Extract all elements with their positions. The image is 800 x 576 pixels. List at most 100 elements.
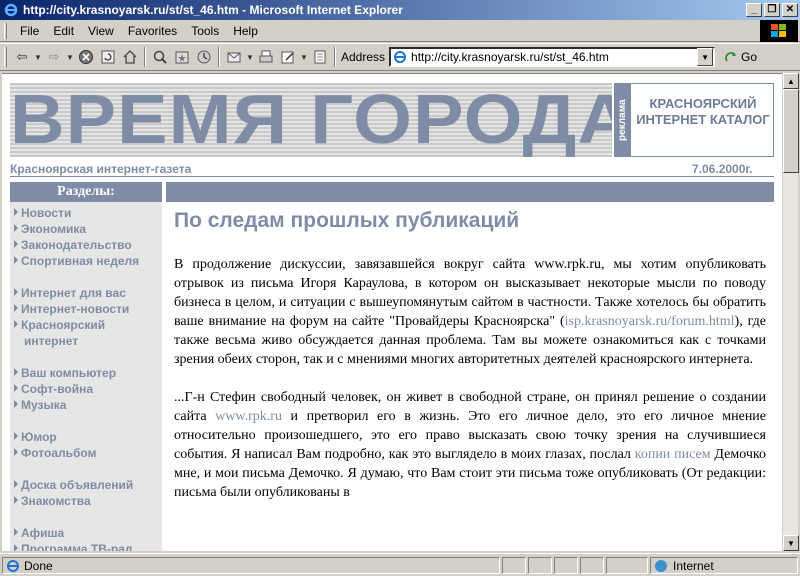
sidebar-item-internet-for-you[interactable]: Интернет для вас <box>14 286 126 300</box>
minimize-button[interactable]: _ <box>746 3 762 17</box>
address-dropdown-icon[interactable]: ▼ <box>697 48 714 66</box>
zone-label: Internet <box>673 558 714 573</box>
ie-logo-icon <box>3 2 19 18</box>
status-cell <box>528 557 552 574</box>
promo-banner[interactable]: реклама КРАСНОЯРСКИЙ ИНТЕРНЕТ КАТАЛОГ <box>614 83 774 157</box>
address-bar[interactable]: http://city.krasnoyarsk.ru/st/st_46.htm … <box>389 47 716 67</box>
go-button[interactable]: Go <box>723 49 757 65</box>
status-cell <box>502 557 526 574</box>
arrow-icon <box>14 432 18 440</box>
scroll-down-icon[interactable]: ▼ <box>783 535 799 551</box>
close-button[interactable]: ✕ <box>782 3 798 17</box>
status-text-cell: Done <box>2 557 500 574</box>
sidebar-heading: Разделы: <box>10 182 162 202</box>
article: По следам прошлых публикаций В продолжен… <box>174 204 766 502</box>
history-icon[interactable] <box>193 46 215 68</box>
edit-dropdown-icon[interactable]: ▼ <box>299 46 309 68</box>
back-dropdown-icon[interactable]: ▼ <box>33 46 43 68</box>
menu-edit[interactable]: Edit <box>46 24 81 38</box>
sidebar-item-bulletin-board[interactable]: Доска объявлений <box>14 478 133 492</box>
vertical-scrollbar[interactable]: ▲ ▼ <box>782 73 799 551</box>
maximize-button[interactable]: ❐ <box>764 3 780 17</box>
toolbar-separator <box>218 47 220 67</box>
arrow-icon <box>14 544 18 551</box>
article-paragraph-2: ...Г-н Стефин свободный человек, он живе… <box>174 390 767 500</box>
forward-dropdown-icon[interactable]: ▼ <box>65 46 75 68</box>
arrow-icon <box>14 528 18 536</box>
page-viewport: ВРЕМЯ ГОРОДА реклама КРАСНОЯРСКИЙ ИНТЕРН… <box>2 73 782 551</box>
globe-icon <box>655 559 667 572</box>
header-divider <box>10 176 774 177</box>
arrow-icon <box>14 400 18 408</box>
page-done-icon <box>7 559 19 572</box>
sidebar-item-dating[interactable]: Знакомства <box>14 494 91 508</box>
arrow-icon <box>14 368 18 376</box>
toolbar-separator <box>334 47 336 67</box>
search-icon[interactable] <box>149 46 171 68</box>
go-label: Go <box>741 50 758 64</box>
arrow-icon <box>14 240 18 248</box>
toolbar-grip <box>4 47 7 67</box>
back-icon[interactable]: ⇦ <box>11 46 33 68</box>
menu-view[interactable]: View <box>81 24 121 38</box>
sidebar-item-soft-war[interactable]: Софт-война <box>14 382 93 396</box>
forum-link[interactable]: isp.krasnoyarsk.ru/forum.html <box>565 314 735 329</box>
sidebar-item-internet-news[interactable]: Интернет-новости <box>14 302 129 316</box>
article-paragraph-1: В продолжение дискуссии, завязавшейся во… <box>174 257 767 367</box>
mail-icon[interactable] <box>223 46 245 68</box>
tagline: Красноярская интернет-газета <box>10 162 192 176</box>
address-url[interactable]: http://city.krasnoyarsk.ru/st/st_46.htm <box>411 50 609 64</box>
print-icon[interactable] <box>255 46 277 68</box>
article-title: По следам прошлых публикаций <box>174 209 520 232</box>
sidebar-item-krasnoyarsk-internet[interactable]: Красноярский <box>14 318 105 332</box>
window-title: http://city.krasnoyarsk.ru/st/st_46.htm … <box>23 3 403 17</box>
arrow-icon <box>14 304 18 312</box>
forward-icon[interactable]: ⇨ <box>43 46 65 68</box>
sidebar-item-your-computer[interactable]: Ваш компьютер <box>14 366 116 380</box>
status-text: Done <box>24 558 53 573</box>
sidebar-item-krasnoyarsk-internet-cont[interactable]: интернет <box>24 334 78 348</box>
arrow-icon <box>14 208 18 216</box>
menu-file[interactable]: File <box>13 24 46 38</box>
sidebar-item-news[interactable]: Новости <box>14 206 71 220</box>
site-logo-banner[interactable]: ВРЕМЯ ГОРОДА <box>10 83 612 157</box>
site-logo-text: ВРЕМЯ ГОРОДА <box>10 83 612 157</box>
letters-copies-link[interactable]: копии писем <box>635 447 711 462</box>
sidebar: Новости Экономика Законодательство Спорт… <box>10 202 162 551</box>
menu-help[interactable]: Help <box>226 24 265 38</box>
arrow-icon <box>14 320 18 328</box>
sidebar-item-legislation[interactable]: Законодательство <box>14 238 132 252</box>
sidebar-item-billboard[interactable]: Афиша <box>14 526 64 540</box>
rpk-link[interactable]: www.rpk.ru <box>215 409 282 424</box>
refresh-icon[interactable] <box>97 46 119 68</box>
menu-tools[interactable]: Tools <box>184 24 226 38</box>
page-icon <box>393 50 407 64</box>
toolbar: ⇦ ▼ ⇨ ▼ ▼ ▼ Address http://city.krasnoya… <box>0 43 800 71</box>
home-icon[interactable] <box>119 46 141 68</box>
mail-dropdown-icon[interactable]: ▼ <box>245 46 255 68</box>
status-cell <box>554 557 578 574</box>
status-cell <box>606 557 648 574</box>
arrow-icon <box>14 224 18 232</box>
sidebar-item-photo-album[interactable]: Фотоальбом <box>14 446 96 460</box>
favorites-icon[interactable] <box>171 46 193 68</box>
arrow-icon <box>14 480 18 488</box>
arrow-icon <box>14 256 18 264</box>
arrow-icon <box>14 384 18 392</box>
promo-text: КРАСНОЯРСКИЙ ИНТЕРНЕТ КАТАЛОГ <box>636 96 770 127</box>
toolbar-separator <box>144 47 146 67</box>
sidebar-item-economy[interactable]: Экономика <box>14 222 86 236</box>
scrollbar-thumb[interactable] <box>783 89 799 173</box>
browser-window: http://city.krasnoyarsk.ru/st/st_46.htm … <box>0 0 800 576</box>
scroll-up-icon[interactable]: ▲ <box>783 73 799 89</box>
discuss-icon[interactable] <box>309 46 331 68</box>
edit-icon[interactable] <box>277 46 299 68</box>
stop-icon[interactable] <box>75 46 97 68</box>
arrow-icon <box>14 496 18 504</box>
content-heading-bar <box>166 182 774 202</box>
sidebar-item-humor[interactable]: Юмор <box>14 430 57 444</box>
sidebar-item-music[interactable]: Музыка <box>14 398 66 412</box>
sidebar-item-tv-program[interactable]: Программа ТВ-рад <box>14 542 133 551</box>
sidebar-item-sports-week[interactable]: Спортивная неделя <box>14 254 139 268</box>
menu-favorites[interactable]: Favorites <box>121 24 184 38</box>
